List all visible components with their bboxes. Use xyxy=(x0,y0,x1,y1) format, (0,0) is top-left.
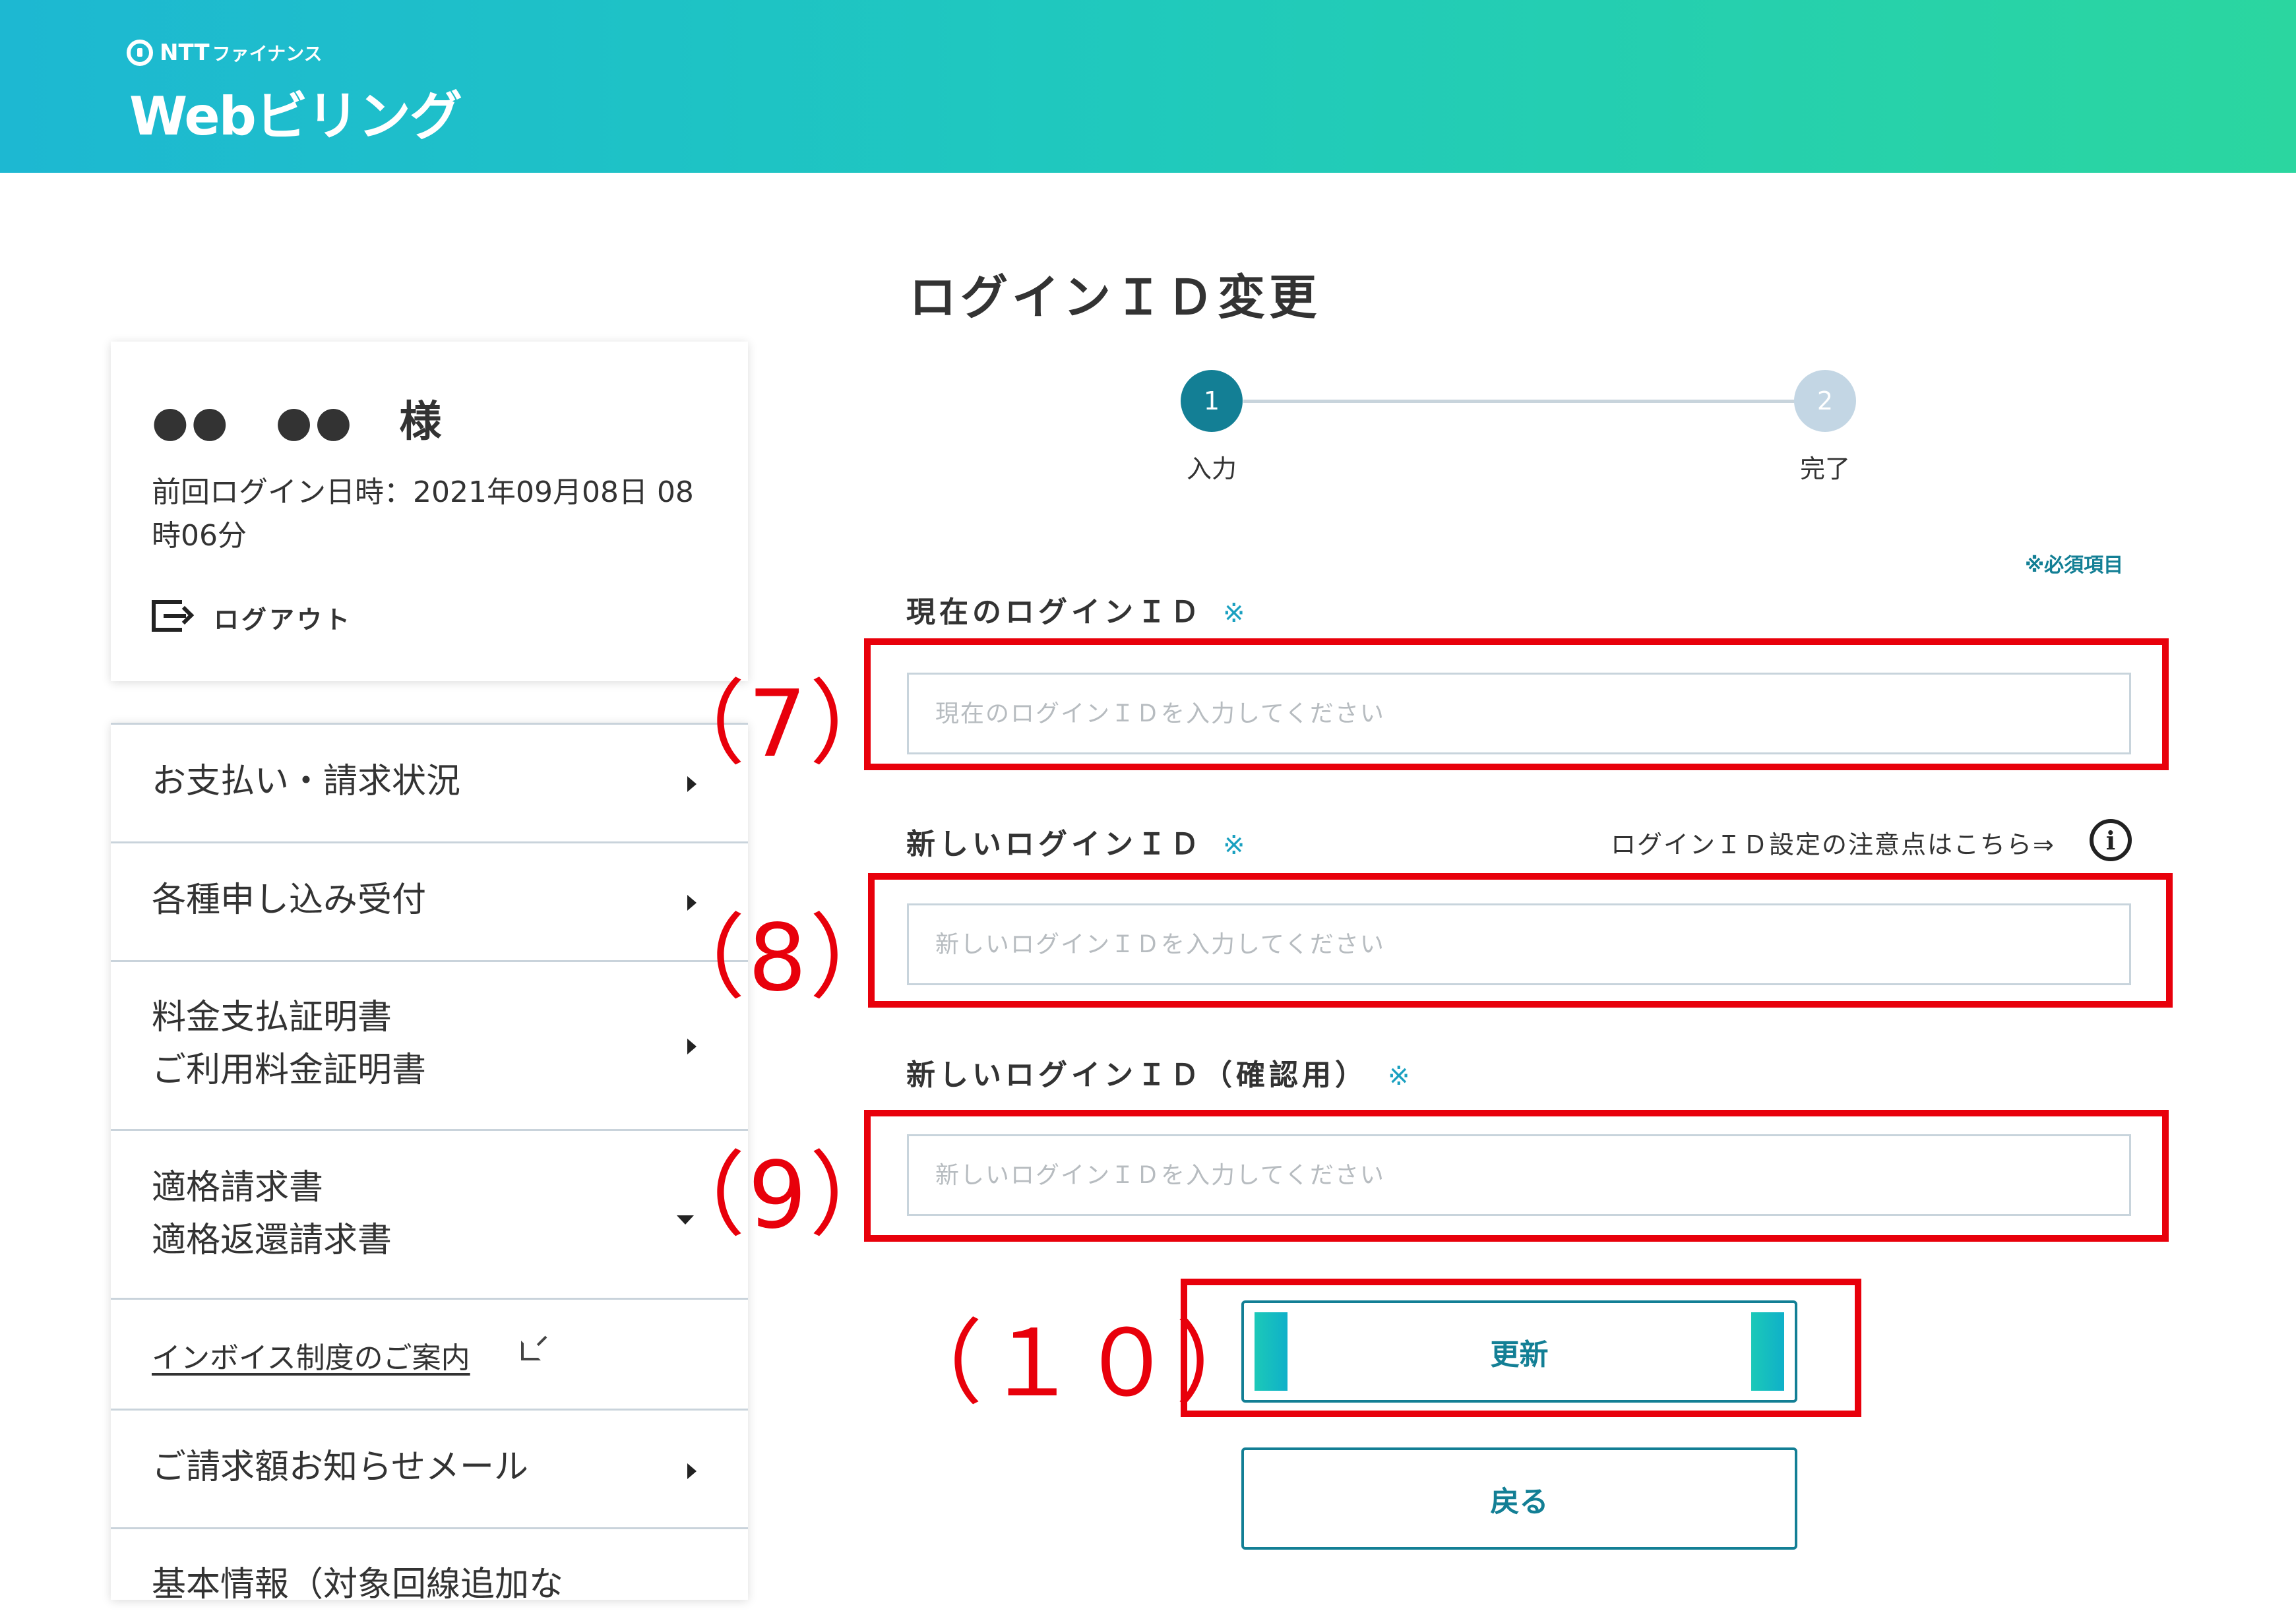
update-button[interactable]: 更新 xyxy=(1241,1300,1797,1403)
required-note: ※必須項目 xyxy=(2025,554,2124,577)
required-mark: ※ xyxy=(1388,1061,1414,1091)
update-button-label: 更新 xyxy=(1490,1337,1549,1372)
current-login-id-label: 現在のログインＩＤ ※ xyxy=(906,588,1249,630)
new-login-id-input[interactable] xyxy=(907,903,2131,985)
app-header: NTT ファイナンス Webビリング xyxy=(0,0,2296,173)
menu-item-label: 料金支払証明書 ご利用料金証明書 xyxy=(152,998,427,1090)
required-mark: ※ xyxy=(1223,830,1249,861)
annotation-label-8: （8） xyxy=(653,905,905,1012)
chevron-right-icon xyxy=(687,1039,697,1054)
login-id-hint-link[interactable]: ログインＩＤ設定の注意点はこちら⇒ xyxy=(1611,824,2055,861)
company-name: NTT xyxy=(160,40,210,66)
page-title: ログインＩＤ変更 xyxy=(909,270,1321,325)
stepper-line xyxy=(1243,400,1804,403)
chevron-right-icon xyxy=(687,1463,697,1479)
annotation-label-9: （9） xyxy=(653,1142,905,1250)
field-label-text: 新しいログインＩＤ（確認用） xyxy=(906,1058,1368,1092)
step-2-indicator: 2 xyxy=(1794,370,1856,432)
menu-item-label: 基本情報（対象回線追加な xyxy=(152,1565,564,1604)
menu-item-label: 各種申し込み受付 xyxy=(152,880,427,920)
confirm-login-id-input[interactable] xyxy=(907,1134,2131,1216)
logout-label: ログアウト xyxy=(214,605,353,634)
button-accent-right xyxy=(1751,1312,1784,1391)
logout-icon xyxy=(152,597,195,637)
last-login-text: 前回ログイン日時：2021年09月08日 08時06分 xyxy=(152,475,694,553)
menu-item-label: お支払い・請求状況 xyxy=(152,762,461,801)
logout-button[interactable]: ログアウト xyxy=(152,597,352,637)
back-button[interactable]: 戻る xyxy=(1241,1447,1797,1550)
menu-item-invoice-info[interactable]: インボイス制度のご案内 xyxy=(111,1298,748,1409)
menu-item-basic-info[interactable]: 基本情報（対象回線追加な xyxy=(111,1527,748,1604)
external-link-icon xyxy=(521,1341,541,1360)
field-label-text: 現在のログインＩＤ xyxy=(906,595,1203,629)
menu-item-label: 適格請求書 適格返還請求書 xyxy=(152,1168,392,1260)
menu-item-link[interactable]: インボイス制度のご案内 xyxy=(152,1334,470,1376)
required-mark: ※ xyxy=(1223,598,1249,628)
user-info-card: ●● ●● 様 前回ログイン日時：2021年09月08日 08時06分 ログアウ… xyxy=(111,342,748,681)
menu-item-billing-mail[interactable]: ご請求額お知らせメール xyxy=(111,1409,748,1527)
current-login-id-input[interactable] xyxy=(907,673,2131,754)
field-label-text: 新しいログインＩＤ xyxy=(906,828,1203,861)
annotation-label-7: （7） xyxy=(653,671,905,778)
menu-item-label: ご請求額お知らせメール xyxy=(152,1447,528,1487)
back-button-label: 戻る xyxy=(1490,1484,1549,1519)
step-1-label: 入力 xyxy=(1186,454,1237,483)
service-name: Webビリング xyxy=(129,86,462,147)
ntt-logo-icon xyxy=(127,40,153,66)
company-sub: ファイナンス xyxy=(212,43,323,65)
company-logo: NTT ファイナンス xyxy=(127,33,323,73)
step-2-label: 完了 xyxy=(1799,454,1850,483)
info-icon[interactable]: i xyxy=(2090,819,2132,861)
step-1-indicator: 1 xyxy=(1181,370,1243,432)
new-login-id-label: 新しいログインＩＤ ※ xyxy=(906,820,1249,863)
annotation-label-10: （１０） xyxy=(890,1310,1271,1418)
confirm-login-id-label: 新しいログインＩＤ（確認用） ※ xyxy=(906,1051,1414,1093)
user-name: ●● ●● 様 xyxy=(152,398,445,446)
